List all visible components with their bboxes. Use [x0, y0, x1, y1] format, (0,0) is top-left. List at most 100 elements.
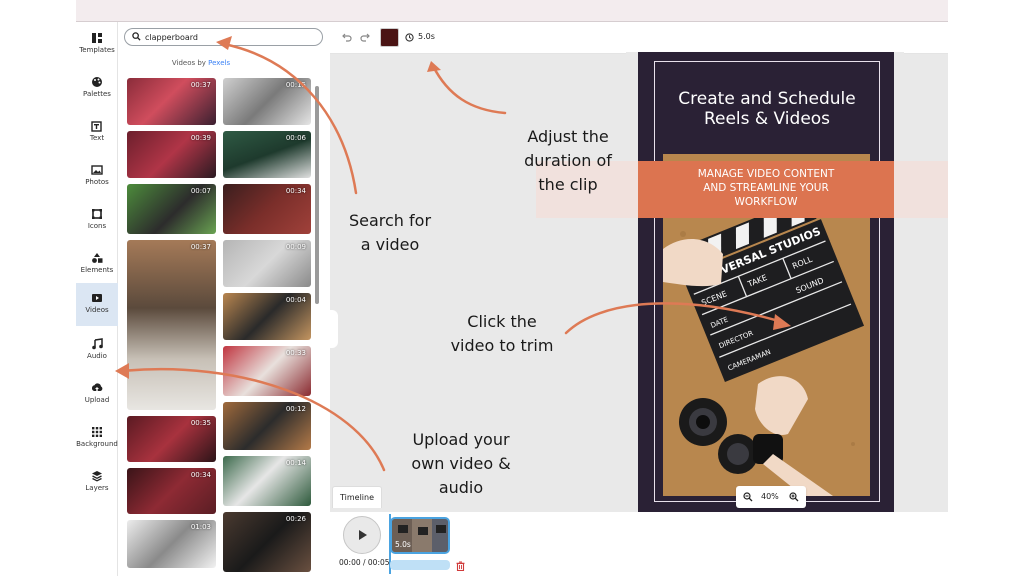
video-duration: 00:34 [285, 187, 306, 195]
video-thumbnail[interactable]: 00:14 [223, 456, 311, 506]
video-thumbnail[interactable]: 00:15 [223, 78, 311, 125]
poster-title[interactable]: Create and Schedule Reels & Videos [654, 89, 880, 129]
editor-toolbar: 5.0s [330, 22, 948, 54]
background-color-swatch[interactable] [380, 28, 399, 47]
audio-track[interactable] [390, 560, 450, 570]
elements-icon [92, 253, 103, 263]
annotation-line: Adjust the [527, 127, 609, 146]
zoom-in-icon[interactable] [789, 492, 799, 502]
playback-time: 00:00 / 00:05 [339, 558, 390, 567]
sidebar-item-audio[interactable]: Audio [76, 332, 118, 376]
sidebar-item-palettes[interactable]: Palettes [76, 70, 118, 114]
sidebar-item-background[interactable]: Background [76, 420, 118, 464]
video-thumbnail[interactable]: 00:37 [127, 240, 216, 410]
trash-icon[interactable] [456, 561, 465, 571]
video-thumbnail[interactable]: 00:12 [223, 402, 311, 450]
video-thumbnail[interactable]: 00:34 [127, 468, 216, 514]
annotation-line: Upload your [412, 430, 510, 449]
video-duration: 01:03 [190, 523, 211, 531]
annotation-search: Search for a video [328, 209, 452, 257]
video-thumbnail[interactable]: 00:37 [127, 78, 216, 125]
redo-icon[interactable] [360, 32, 370, 42]
play-button[interactable] [343, 516, 381, 554]
play-icon [359, 530, 367, 540]
annotation-line: video to trim [450, 336, 554, 355]
sidebar-item-layers[interactable]: Layers [76, 464, 118, 508]
zoom-control: 40% [736, 486, 806, 508]
sidebar-item-label: Audio [87, 352, 107, 360]
sidebar-item-label: Upload [84, 396, 110, 404]
search-input[interactable] [145, 31, 315, 44]
video-duration: 00:35 [190, 419, 211, 427]
video-thumbnail[interactable]: 00:07 [127, 184, 216, 234]
annotation-line: Search for [348, 211, 432, 230]
sidebar-item-label: Layers [85, 484, 109, 492]
palette-icon [92, 77, 102, 87]
sidebar-item-label: Icons [87, 222, 107, 230]
sidebar-item-label: Text [89, 134, 105, 142]
video-duration: 00:26 [285, 515, 306, 523]
music-icon [92, 338, 103, 350]
text-icon [91, 121, 102, 132]
pexels-credit: Videos by Pexels [119, 59, 283, 67]
annotation-line: the clip [538, 175, 598, 194]
photo-icon [91, 165, 103, 175]
video-thumbnail[interactable]: 00:33 [223, 346, 311, 396]
sidebar-item-icons[interactable]: Icons [76, 202, 118, 246]
sidebar-item-label: Videos [85, 306, 109, 314]
sidebar-item-label: Palettes [83, 90, 111, 98]
video-thumbnail[interactable]: 00:35 [127, 416, 216, 462]
icons-icon [92, 209, 102, 219]
video-thumbnail[interactable]: 00:39 [127, 131, 216, 178]
video-duration: 00:09 [285, 243, 306, 251]
video-thumbnail[interactable]: 00:04 [223, 293, 311, 340]
video-duration: 00:06 [285, 134, 306, 142]
annotation-trim: Click the video to trim [430, 310, 574, 358]
video-duration: 00:37 [190, 243, 211, 251]
undo-icon[interactable] [342, 32, 352, 42]
sidebar-item-photos[interactable]: Photos [76, 158, 118, 202]
grid-icon [92, 427, 102, 437]
sidebar-item-label: Photos [85, 178, 109, 186]
video-duration: 00:39 [190, 134, 211, 142]
sidebar-item-templates[interactable]: Templates [76, 26, 118, 70]
clock-icon[interactable] [405, 33, 414, 42]
annotation-line: own video & [411, 454, 511, 473]
pexels-link[interactable]: Pexels [208, 59, 230, 67]
annotation-line: audio [438, 478, 484, 497]
collapse-panel-handle[interactable] [330, 310, 338, 348]
video-duration: 00:07 [190, 187, 211, 195]
video-duration: 00:15 [285, 81, 306, 89]
video-icon [92, 294, 102, 302]
annotation-upload: Upload your own video & audio [390, 428, 532, 500]
video-thumbnail[interactable]: 01:03 [127, 520, 216, 568]
video-thumbnail[interactable]: 00:09 [223, 240, 311, 287]
clip-duration-label: 5.0s [395, 540, 411, 549]
banner-text[interactable]: MANAGE VIDEO CONTENT AND STREAMLINE YOUR… [638, 167, 894, 209]
search-icon [132, 32, 141, 41]
sidebar-item-videos[interactable]: Videos [76, 283, 118, 326]
timeline-tab[interactable]: Timeline [332, 486, 382, 508]
video-thumbnail[interactable]: 00:06 [223, 131, 311, 178]
poster-title-line: Reels & Videos [703, 109, 831, 129]
search-box[interactable] [124, 28, 323, 46]
video-thumbnail[interactable]: 00:26 [223, 512, 311, 572]
scrollbar-thumb[interactable] [315, 86, 319, 304]
video-thumbnail[interactable]: 00:34 [223, 184, 311, 234]
banner-text-line: AND STREAMLINE YOUR [703, 182, 829, 194]
annotation-line: duration of [524, 151, 612, 170]
upload-icon [91, 383, 103, 391]
sidebar-item-upload[interactable]: Upload [76, 376, 118, 420]
annotation-line: Click the [467, 312, 537, 331]
zoom-out-icon[interactable] [743, 492, 753, 502]
top-bar [76, 0, 948, 22]
templates-icon [92, 33, 102, 43]
sidebar-item-text[interactable]: Text [76, 114, 118, 158]
sidebar-item-label: Background [76, 440, 118, 448]
clip-duration-button[interactable]: 5.0s [418, 32, 435, 41]
video-duration: 00:04 [285, 296, 306, 304]
video-duration: 00:14 [285, 459, 306, 467]
video-duration: 00:34 [190, 471, 211, 479]
banner-text-line: WORKFLOW [734, 196, 798, 208]
video-duration: 00:33 [285, 349, 306, 357]
